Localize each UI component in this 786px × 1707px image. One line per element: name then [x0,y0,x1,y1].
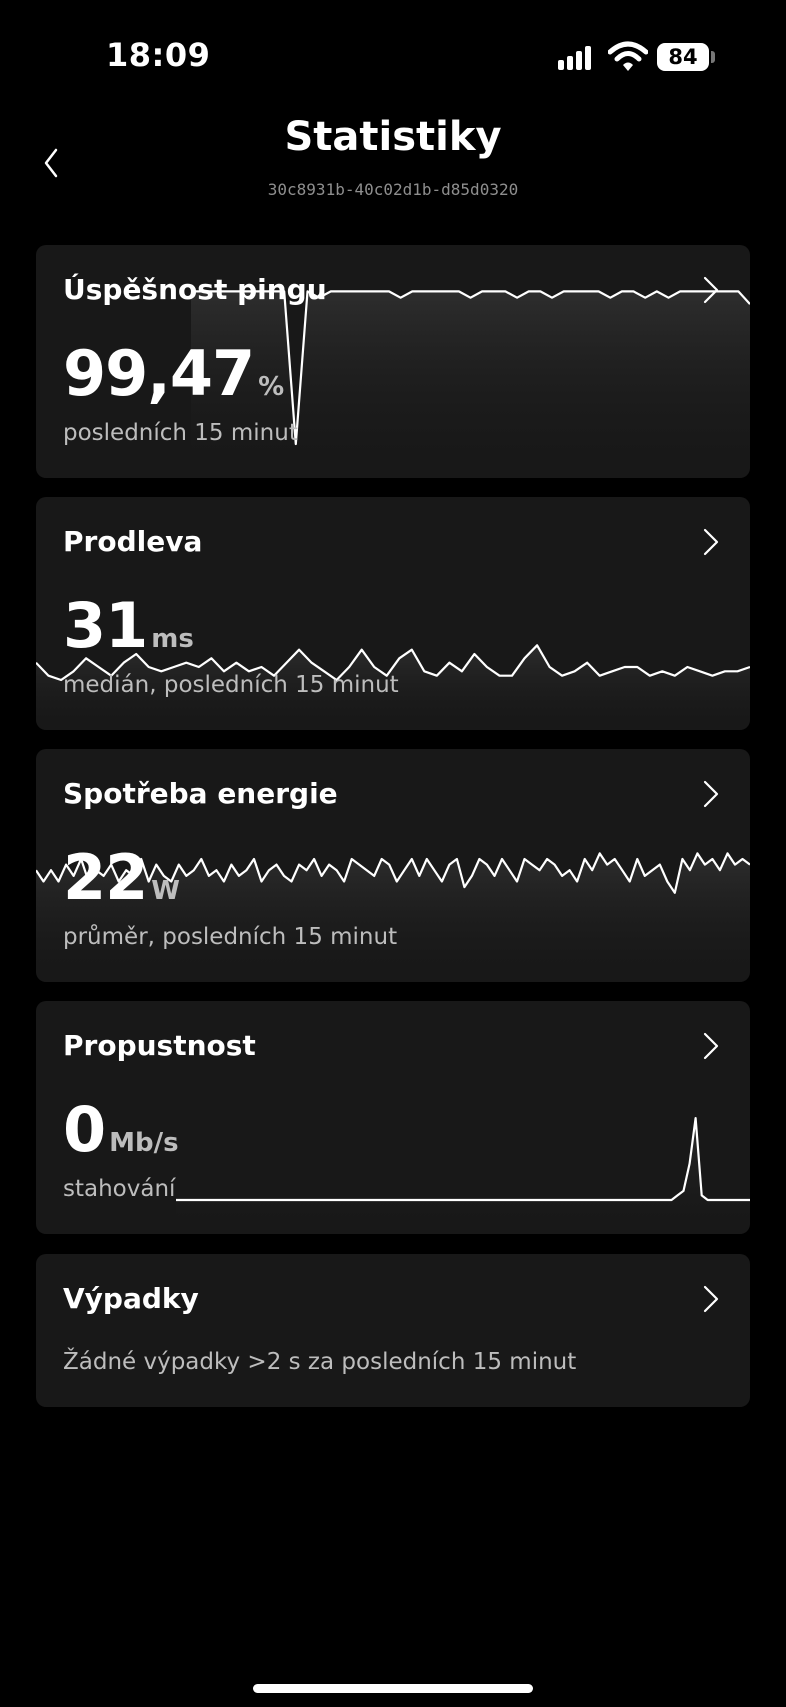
ping-success-value: 99,47% [63,343,284,405]
card-caption: medián, posledních 15 minut [63,672,399,698]
value-unit: Mb/s [109,1128,179,1158]
card-title: Spotřeba energie [63,777,338,810]
chevron-right-icon [703,1285,719,1313]
chevron-right-icon [703,1032,719,1060]
device-id: 30c8931b-40c02d1b-d85d0320 [267,180,519,199]
value-number: 31 [63,589,148,662]
card-title: Prodleva [63,525,203,558]
cellular-signal-icon [558,44,598,70]
battery-tip [711,51,715,63]
chevron-right-icon [703,276,719,304]
value-unit: % [258,372,285,402]
chart-area [176,1118,750,1234]
ping-success-card[interactable]: Úspěšnost pingu 99,47% posledních 15 min… [36,245,750,478]
status-time: 18:09 [106,36,211,74]
latency-card[interactable]: Prodleva 31 ms medián, posledních 15 minu… [36,497,750,730]
value-number: 22 [63,841,148,914]
home-indicator[interactable] [253,1684,533,1693]
card-title: Výpadky [63,1282,199,1315]
card-title: Úspěšnost pingu [63,273,327,306]
throughput-card[interactable]: Propustnost 0 Mb/s stahování [36,1001,750,1234]
value-number: 0 [63,1093,106,1166]
chart-line [176,1117,750,1202]
power-value: 22 W [63,847,180,909]
throughput-value: 0 Mb/s [63,1099,179,1161]
latency-value: 31 ms [63,595,194,657]
page-title: Statistiky [284,114,502,160]
status-bar: 18:09 84 [0,0,786,110]
chevron-right-icon [703,780,719,808]
value-unit: ms [151,624,194,654]
value-number: 99,47 [63,337,255,410]
chevron-right-icon [703,528,719,556]
card-title: Propustnost [63,1029,256,1062]
outages-card[interactable]: Výpadky Žádné výpadky >2 s za posledních… [36,1254,750,1407]
card-caption: stahování [63,1176,176,1202]
wifi-icon [608,41,648,71]
outages-caption: Žádné výpadky >2 s za posledních 15 minu… [63,1349,577,1375]
battery-icon: 84 [657,43,709,71]
power-consumption-card[interactable]: Spotřeba energie 22 W průměr, posledních … [36,749,750,982]
value-unit: W [151,876,180,906]
card-caption: průměr, posledních 15 minut [63,924,398,950]
card-caption: posledních 15 minut [63,420,298,446]
